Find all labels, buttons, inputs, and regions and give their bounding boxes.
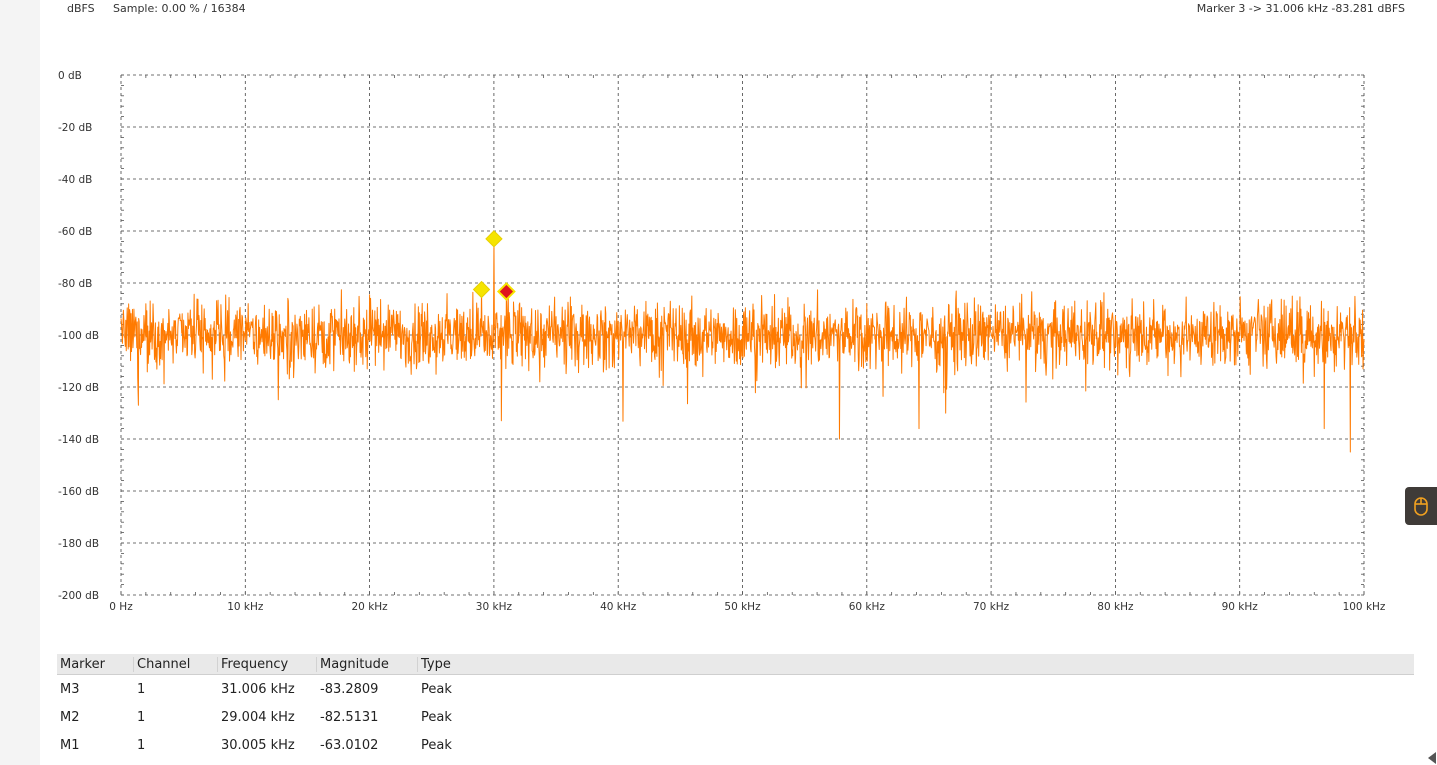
y-tick-label: 0 dB xyxy=(58,70,82,82)
col-type[interactable]: Type xyxy=(417,656,501,672)
y-tick-label: -140 dB xyxy=(58,434,99,446)
cell-marker: M2 xyxy=(60,709,80,725)
table-row[interactable]: M3 1 31.006 kHz -83.2809 Peak xyxy=(57,675,1414,703)
scroll-arrow-icon[interactable] xyxy=(1428,752,1436,764)
spectrum-trace xyxy=(120,238,1365,453)
cell-marker: M1 xyxy=(60,737,80,753)
marker-diamond[interactable] xyxy=(496,282,516,301)
x-tick-label: 80 kHz xyxy=(1097,601,1134,613)
y-tick-label: -180 dB xyxy=(58,538,99,550)
x-tick-label: 60 kHz xyxy=(849,601,886,613)
table-row[interactable]: M1 1 30.005 kHz -63.0102 Peak xyxy=(57,731,1414,759)
x-tick-label: 70 kHz xyxy=(973,601,1010,613)
col-magnitude[interactable]: Magnitude xyxy=(316,656,417,672)
marker-table: Marker Channel Frequency Magnitude Type … xyxy=(57,654,1414,759)
marker-table-header: Marker Channel Frequency Magnitude Type xyxy=(57,654,1414,675)
col-channel[interactable]: Channel xyxy=(133,656,217,672)
cell-frequency: 30.005 kHz xyxy=(221,737,295,753)
x-tick-label: 90 kHz xyxy=(1222,601,1259,613)
y-tick-label: -120 dB xyxy=(58,382,99,394)
x-tick-label: 20 kHz xyxy=(352,601,389,613)
y-tick-label: -40 dB xyxy=(58,174,92,186)
col-marker[interactable]: Marker xyxy=(57,657,133,672)
cell-channel: 1 xyxy=(137,709,146,725)
y-tick-label: -60 dB xyxy=(58,226,92,238)
x-tick-label: 50 kHz xyxy=(724,601,761,613)
cell-magnitude: -82.5131 xyxy=(320,709,379,725)
x-tick-label: 10 kHz xyxy=(227,601,264,613)
y-tick-label: -100 dB xyxy=(58,330,99,342)
x-tick-label: 100 kHz xyxy=(1343,601,1386,613)
spectrum-plot[interactable]: 0 Hz 10 kHz 20 kHz 30 kHz 40 kHz 50 kHz 60 kHz… xyxy=(0,0,1437,640)
mouse-mode-button[interactable] xyxy=(1405,487,1437,525)
cell-magnitude: -63.0102 xyxy=(320,737,379,753)
y-tick-label: -20 dB xyxy=(58,122,92,134)
x-tick-label: 0 Hz xyxy=(109,601,133,613)
col-frequency[interactable]: Frequency xyxy=(217,656,316,672)
cell-frequency: 29.004 kHz xyxy=(221,709,295,725)
cell-type: Peak xyxy=(421,709,452,725)
cell-channel: 1 xyxy=(137,737,146,753)
marker-diamond[interactable] xyxy=(485,230,503,248)
cell-type: Peak xyxy=(421,737,452,753)
x-tick-label: 40 kHz xyxy=(600,601,637,613)
cell-marker: M3 xyxy=(60,681,80,697)
x-tick-label: 30 kHz xyxy=(476,601,513,613)
marker-diamond[interactable] xyxy=(472,280,491,299)
cell-channel: 1 xyxy=(137,681,146,697)
cell-frequency: 31.006 kHz xyxy=(221,681,295,697)
y-tick-label: -80 dB xyxy=(58,278,92,290)
y-tick-label: -200 dB xyxy=(58,590,99,602)
mouse-icon xyxy=(1414,497,1428,516)
cell-type: Peak xyxy=(421,681,452,697)
table-row[interactable]: M2 1 29.004 kHz -82.5131 Peak xyxy=(57,703,1414,731)
cell-magnitude: -83.2809 xyxy=(320,681,379,697)
spectrum-line xyxy=(120,238,1365,453)
y-tick-label: -160 dB xyxy=(58,486,99,498)
